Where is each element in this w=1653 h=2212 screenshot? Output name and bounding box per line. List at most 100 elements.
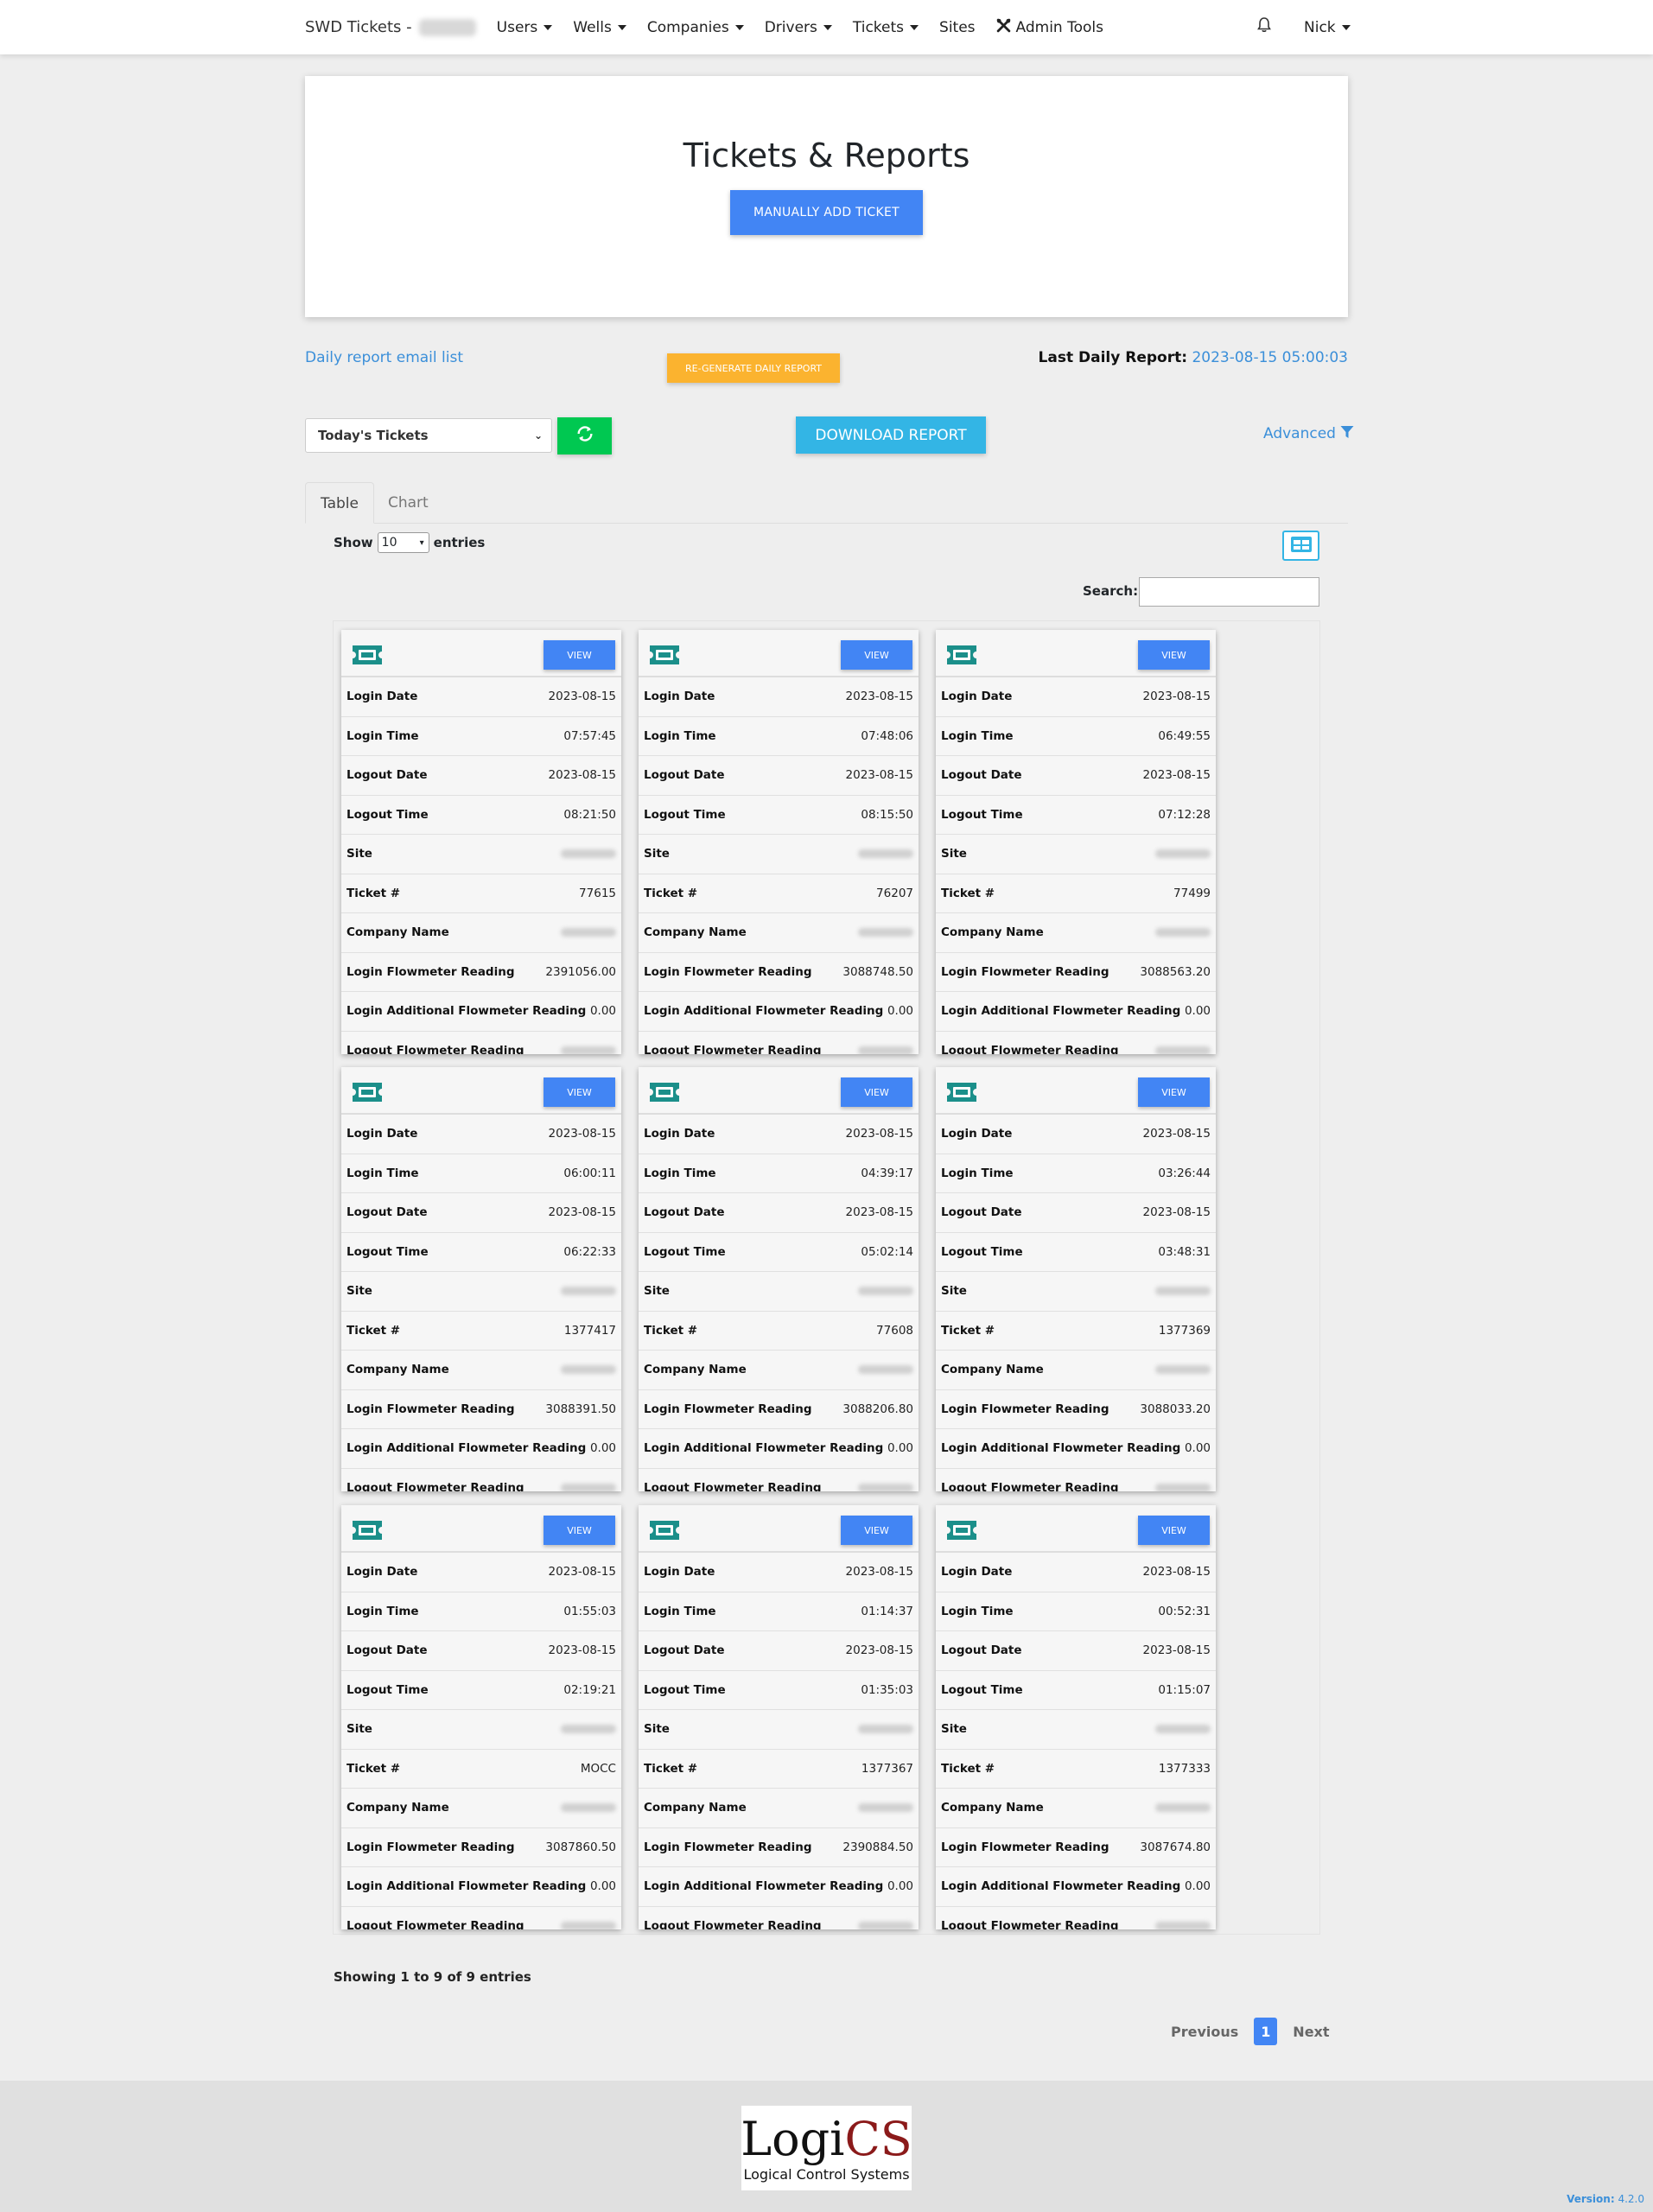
caret-down-icon — [823, 24, 832, 30]
nav-tickets-label: Tickets — [852, 18, 905, 36]
pagination-previous[interactable]: Previous — [1171, 2024, 1238, 2040]
ticket-field-row: Login Additional Flowmeter Reading 0.00 — [639, 1429, 919, 1469]
nav-sites[interactable]: Sites — [939, 19, 976, 36]
view-ticket-button[interactable]: VIEW — [1138, 1077, 1210, 1107]
ticket-field-row: Company Name — [639, 1351, 919, 1390]
view-ticket-button[interactable]: VIEW — [544, 1077, 615, 1107]
daily-report-email-list-link[interactable]: Daily report email list — [305, 349, 463, 366]
ticket-field-value: 2023-08-15 — [548, 1643, 616, 1658]
filter-icon — [1340, 425, 1354, 442]
ticket-field-label: Login Flowmeter Reading — [346, 1840, 515, 1854]
download-report-button[interactable]: DOWNLOAD REPORT — [796, 416, 986, 454]
ticket-field-row: Login Date 2023-08-15 — [341, 1553, 621, 1592]
ticket-field-value: 77499 — [1173, 886, 1211, 900]
ticket-field-row: Login Additional Flowmeter Reading 0.00 — [639, 1867, 919, 1907]
ticket-field-row: Company Name — [936, 913, 1216, 953]
chevron-down-icon: ⌄ — [533, 429, 543, 442]
page-title: Tickets & Reports — [683, 137, 970, 175]
redacted-value — [561, 1803, 616, 1813]
ticket-field-label: Login Date — [941, 690, 1013, 704]
view-ticket-button[interactable]: VIEW — [1138, 640, 1210, 670]
redacted-value — [858, 1483, 913, 1491]
ticket-field-row: Logout Time 01:35:03 — [639, 1671, 919, 1710]
advanced-filter-link[interactable]: Advanced — [1263, 425, 1354, 442]
ticket-field-label: Login Date — [346, 1127, 418, 1141]
ticket-icon — [350, 1519, 385, 1545]
bell-icon[interactable] — [1257, 17, 1271, 37]
ticket-card: VIEW Login Date 2023-08-15 Login Time 06:49:… — [936, 630, 1216, 1054]
ticket-field-row: Logout Date 2023-08-15 — [639, 1631, 919, 1671]
entries-select[interactable]: 10 ▾ — [377, 532, 429, 553]
date-range-select[interactable]: Today's Tickets ⌄ — [305, 418, 552, 453]
nav-admin-tools[interactable]: Admin Tools — [996, 18, 1103, 37]
nav-drivers[interactable]: Drivers — [765, 19, 832, 36]
page-footer: LogiCS Logical Control Systems Version: … — [0, 2081, 1653, 2212]
grid-view-toggle[interactable] — [1282, 531, 1319, 561]
ticket-field-row: Company Name — [341, 1351, 621, 1390]
ticket-field-row: Login Additional Flowmeter Reading 0.00 — [341, 1429, 621, 1469]
version-label: Version: — [1567, 2193, 1615, 2205]
ticket-icon — [944, 1519, 979, 1545]
ticket-card-header: VIEW — [341, 630, 621, 677]
ticket-field-value: 05:02:14 — [861, 1244, 913, 1259]
ticket-field-label: Logout Flowmeter Reading — [644, 1043, 822, 1054]
ticket-field-label: Login Time — [644, 1166, 716, 1180]
ticket-field-value: 04:39:17 — [861, 1166, 913, 1180]
nav-tickets[interactable]: Tickets — [853, 19, 919, 36]
ticket-field-label: Login Additional Flowmeter Reading — [941, 1441, 1181, 1456]
logo-wordmark-b: CS — [844, 2111, 912, 2166]
ticket-field-label: Site — [346, 847, 372, 861]
ticket-field-label: Login Time — [941, 728, 1014, 743]
ticket-field-value: 3088563.20 — [1140, 964, 1211, 979]
show-entries: Show 10 ▾ entries — [334, 532, 485, 553]
ticket-field-label: Ticket # — [941, 886, 995, 900]
tab-table[interactable]: Table — [305, 482, 374, 524]
nav-companies[interactable]: Companies — [647, 19, 744, 36]
ticket-card: VIEW Login Date 2023-08-15 Login Time 06:00:… — [341, 1067, 621, 1491]
nav-users[interactable]: Users — [497, 19, 553, 36]
view-ticket-button[interactable]: VIEW — [544, 1516, 615, 1545]
ticket-field-label: Ticket # — [941, 1761, 995, 1776]
ticket-field-value: 1377417 — [563, 1323, 616, 1338]
ticket-field-label: Logout Time — [346, 807, 429, 822]
search-input[interactable] — [1139, 577, 1319, 607]
manually-add-ticket-button[interactable]: MANUALLY ADD TICKET — [730, 190, 923, 235]
ticket-field-row: Login Time 06:49:55 — [936, 717, 1216, 756]
redacted-value — [858, 1921, 913, 1929]
ticket-field-row: Site — [341, 1710, 621, 1750]
ticket-field-label: Login Time — [941, 1166, 1014, 1180]
ticket-field-label: Login Additional Flowmeter Reading — [346, 1004, 587, 1019]
ticket-field-row: Logout Flowmeter Reading — [639, 1907, 919, 1929]
advanced-label: Advanced — [1263, 425, 1336, 442]
view-ticket-button[interactable]: VIEW — [544, 640, 615, 670]
ticket-card-header: VIEW — [639, 1067, 919, 1115]
pagination-next[interactable]: Next — [1293, 2024, 1329, 2040]
ticket-card: VIEW Login Date 2023-08-15 Login Time 01:14:… — [639, 1505, 919, 1929]
redacted-value — [1155, 1483, 1211, 1491]
brand[interactable]: SWD Tickets - — [305, 18, 476, 36]
ticket-field-value: 01:15:07 — [1158, 1682, 1211, 1697]
brand-text: SWD Tickets - — [305, 18, 412, 36]
view-ticket-button[interactable]: VIEW — [841, 640, 912, 670]
ticket-field-label: Ticket # — [644, 1323, 698, 1338]
ticket-field-value: 0.00 — [589, 1441, 616, 1456]
view-ticket-button[interactable]: VIEW — [841, 1516, 912, 1545]
view-ticket-button[interactable]: VIEW — [1138, 1516, 1210, 1545]
view-ticket-button[interactable]: VIEW — [841, 1077, 912, 1107]
ticket-field-row: Login Additional Flowmeter Reading 0.00 — [639, 992, 919, 1032]
tab-chart[interactable]: Chart — [373, 482, 443, 524]
ticket-card: VIEW Login Date 2023-08-15 Login Time 04:39:… — [639, 1067, 919, 1491]
redacted-value — [1155, 1725, 1211, 1734]
redacted-value — [561, 849, 616, 859]
ticket-field-label: Login Flowmeter Reading — [941, 964, 1109, 979]
user-menu[interactable]: Nick — [1304, 19, 1351, 36]
ticket-field-label: Login Time — [941, 1604, 1014, 1618]
redacted-value — [858, 1365, 913, 1375]
nav-drivers-label: Drivers — [764, 18, 817, 36]
pagination-page-1[interactable]: 1 — [1254, 2018, 1278, 2045]
ticket-field-row: Ticket # MOCC — [341, 1750, 621, 1789]
refresh-button[interactable] — [557, 417, 612, 454]
ticket-field-value: 0.00 — [887, 1004, 913, 1019]
nav-wells[interactable]: Wells — [573, 19, 626, 36]
regenerate-daily-report-button[interactable]: RE-GENERATE DAILY REPORT — [667, 353, 840, 383]
